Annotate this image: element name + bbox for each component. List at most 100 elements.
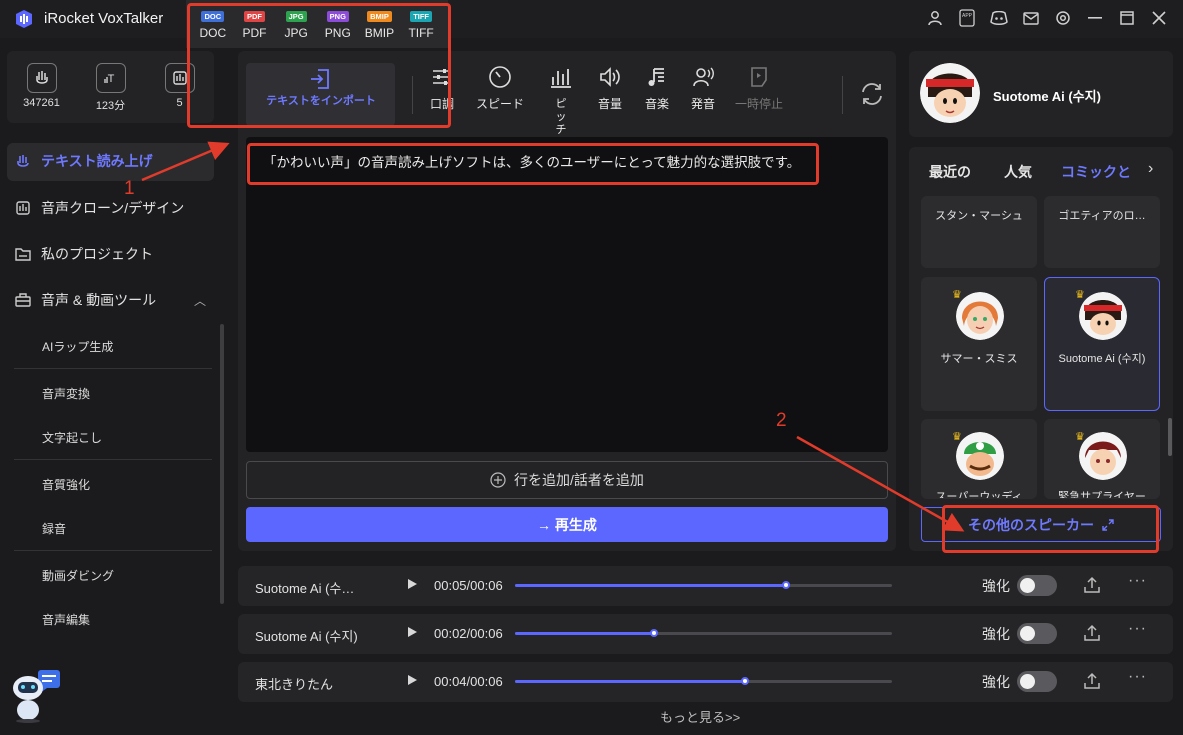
discord-icon[interactable]: [989, 8, 1009, 28]
nav-sub-voice-convert[interactable]: 音声変換: [42, 385, 90, 402]
user-icon[interactable]: [925, 8, 945, 28]
sidebar-scrollbar[interactable]: [220, 324, 224, 604]
progress-fill: [515, 632, 655, 635]
pitch-button[interactable]: ピッチ: [535, 64, 587, 137]
nav-voice-clone[interactable]: 音声クローン/デザイン: [15, 198, 184, 218]
history-time: 00:02/00:06: [434, 626, 503, 641]
tool-label: 発音: [690, 97, 715, 111]
share-icon[interactable]: [1082, 623, 1102, 643]
nav-projects[interactable]: 私のプロジェクト: [15, 244, 153, 264]
close-icon[interactable]: [1149, 8, 1169, 28]
nav-sub-dubbing[interactable]: 動画ダビング: [42, 567, 114, 584]
avatar: [1079, 292, 1127, 340]
enhance-toggle[interactable]: [1017, 575, 1057, 596]
format-label: TIFF: [408, 26, 434, 40]
format-tiff[interactable]: TIFF TIFF: [403, 6, 439, 48]
nav-tts[interactable]: テキスト読み上げ: [15, 151, 153, 171]
tone-button[interactable]: 口調: [416, 64, 468, 111]
format-label: PNG: [324, 26, 351, 40]
maximize-icon[interactable]: [1117, 8, 1137, 28]
tab-recent[interactable]: 最近の: [929, 162, 971, 182]
music-icon: [644, 64, 670, 90]
chevron-up-icon[interactable]: ︿: [194, 292, 206, 309]
import-text-button[interactable]: テキストをインポート: [246, 63, 395, 126]
nav-sub-record[interactable]: 録音: [42, 520, 66, 537]
svg-text:APP: APP: [962, 13, 973, 19]
format-jpg[interactable]: JPG JPG: [278, 6, 314, 48]
format-pdf[interactable]: PDF PDF: [236, 6, 272, 48]
format-doc[interactable]: DOC DOC: [195, 6, 231, 48]
voice-card[interactable]: ♛ 緊急サプライヤー: [1044, 419, 1160, 499]
load-more-link[interactable]: もっと見る>>: [660, 707, 740, 726]
format-bmip[interactable]: BMIP BMIP: [361, 6, 397, 48]
nav-tools[interactable]: 音声 & 動画ツール: [15, 290, 156, 310]
pause-button[interactable]: 一時停止: [733, 64, 785, 111]
voice-card[interactable]: ♛ スーパーウッディ: [921, 419, 1037, 499]
divider: [14, 459, 212, 460]
more-options-icon[interactable]: ···: [1128, 668, 1147, 686]
clone-icon: [16, 201, 30, 215]
progress-track[interactable]: [515, 581, 892, 589]
clone-count-icon: [164, 63, 195, 93]
tool-label: 音楽: [644, 97, 669, 111]
editor-text[interactable]: 「かわいい声」の音声読み上げソフトは、多くのユーザーにとって魅力的な選択肢です。: [263, 151, 800, 171]
voice-card[interactable]: ♛ サマー・スミス: [921, 277, 1037, 411]
enhance-label: 強化: [982, 578, 1010, 594]
nav-sub-audio-edit[interactable]: 音声編集: [42, 611, 90, 628]
history-time: 00:05/00:06: [434, 578, 503, 593]
more-speakers-button[interactable]: その他のスピーカー: [921, 507, 1161, 542]
nav-sub-enhance[interactable]: 音質強化: [42, 476, 90, 493]
tool-label: スピード: [475, 97, 524, 111]
stat-value: 347261: [23, 97, 60, 109]
chevron-right-icon[interactable]: ›: [1148, 160, 1153, 178]
enhance-toggle[interactable]: [1017, 623, 1057, 644]
play-icon[interactable]: [408, 627, 417, 637]
pronounce-button[interactable]: 発音: [677, 64, 729, 111]
minimize-icon[interactable]: [1085, 8, 1105, 28]
refresh-icon[interactable]: [858, 80, 886, 108]
avatar: [956, 292, 1004, 340]
text-editor[interactable]: [246, 137, 888, 452]
tool-label: 音量: [597, 97, 622, 111]
voice-card[interactable]: スタン・マーシュ: [921, 196, 1037, 268]
settings-icon[interactable]: [1053, 8, 1073, 28]
volume-button[interactable]: 音量: [584, 64, 636, 111]
progress-track[interactable]: [515, 629, 892, 637]
tab-comic[interactable]: コミックと: [1061, 162, 1141, 182]
progress-track[interactable]: [515, 677, 892, 685]
text-minutes-icon: T: [95, 63, 126, 93]
play-icon[interactable]: [408, 579, 417, 589]
voice-card-selected[interactable]: ♛ Suotome Ai (수지): [1044, 277, 1160, 411]
more-options-icon[interactable]: ···: [1128, 620, 1147, 638]
speedometer-icon: [487, 64, 513, 90]
add-line-button[interactable]: 行を追加/話者を追加: [246, 461, 888, 499]
history-row: 東北きりたん 00:04/00:06 強化 ···: [238, 662, 1173, 702]
share-icon[interactable]: [1082, 671, 1102, 691]
tab-popular[interactable]: 人気: [1004, 162, 1032, 182]
voice-card[interactable]: ゴエティアのロ…: [1044, 196, 1160, 268]
voice-name: Suotome Ai (수지): [1058, 353, 1146, 365]
music-button[interactable]: 音楽: [631, 64, 683, 111]
nav-sub-rap[interactable]: AIラップ生成: [42, 338, 113, 355]
enhance-toggle[interactable]: [1017, 671, 1057, 692]
title-bar: iRocket VoxTalker APP: [0, 0, 1183, 38]
more-speakers-label: その他のスピーカー: [968, 516, 1094, 533]
nav-label: 音声 & 動画ツール: [41, 292, 157, 308]
history-row: Suotome Ai (수… 00:05/00:06 強化 ···: [238, 566, 1173, 606]
plus-circle-icon: [490, 472, 506, 488]
mail-icon[interactable]: [1021, 8, 1041, 28]
format-png[interactable]: PNG PNG: [320, 6, 356, 48]
play-icon[interactable]: [408, 675, 417, 685]
pdf-icon: PDF: [243, 11, 265, 22]
more-options-icon[interactable]: ···: [1128, 572, 1147, 590]
regenerate-button[interactable]: → 再生成: [246, 507, 888, 542]
chatbot-icon[interactable]: [8, 668, 64, 724]
progress-knob[interactable]: [650, 629, 659, 637]
app-store-icon[interactable]: APP: [957, 8, 977, 28]
progress-knob[interactable]: [740, 677, 749, 685]
speed-button[interactable]: スピード: [474, 64, 526, 111]
voice-list-scrollbar[interactable]: [1168, 418, 1172, 456]
share-icon[interactable]: [1082, 575, 1102, 595]
progress-knob[interactable]: [782, 581, 791, 589]
nav-sub-transcribe[interactable]: 文字起こし: [42, 429, 102, 446]
